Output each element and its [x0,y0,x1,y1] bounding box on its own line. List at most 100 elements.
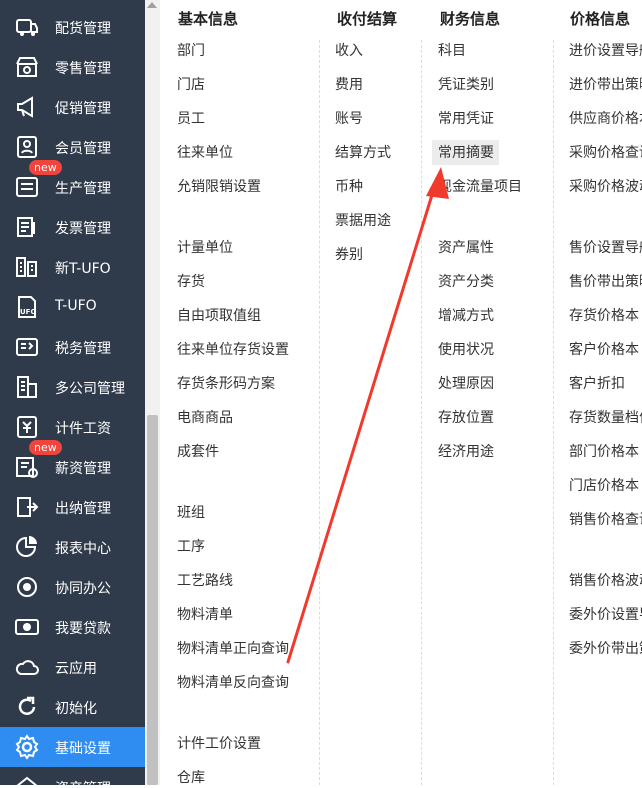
menu-item[interactable]: 存放位置 [438,408,494,428]
menu-item[interactable]: 自由项取值组 [177,306,261,326]
menu-item[interactable]: 进价带出策略 [569,75,642,95]
menu-item[interactable]: 销售价格查询 [569,510,642,530]
scroll-up-arrow-icon[interactable] [147,2,157,8]
sidebar-item-label: 零售管理 [55,61,111,77]
menu-item[interactable]: 资产分类 [438,272,494,292]
menu-item[interactable]: 凭证类别 [438,75,494,95]
menu-item[interactable]: 币种 [335,177,363,197]
sidebar-item-3[interactable]: 促销管理 [0,87,145,127]
menu-item[interactable]: 物料清单 [177,605,233,625]
menu-item[interactable]: 计件工价设置 [177,734,261,754]
refresh-icon [14,694,40,720]
menu-item[interactable]: 往来单位存货设置 [177,340,289,360]
asset-icon [14,774,40,785]
menu-item[interactable]: 委外价设置导航 [569,605,642,625]
sidebar-item-label: 资产管理 [55,778,111,785]
sidebar-item-label: 配货管理 [55,21,111,37]
sidebar-item-13[interactable]: 出纳管理 [0,487,145,527]
menu-item[interactable]: 售价带出策略 [569,272,642,292]
menu-item[interactable]: 供应商价格本 [569,109,642,129]
menu-item[interactable]: 处理原因 [438,374,494,394]
cashier-icon [14,494,40,520]
sidebar-item-label: 新T-UFO [55,261,111,277]
menu-item[interactable]: 现金流量项目 [438,177,522,197]
menu-item[interactable]: 门店 [177,75,205,95]
sidebar-item-1[interactable]: 配货管理 [0,7,145,47]
collaboration-icon [14,574,40,600]
menu-item[interactable]: 费用 [335,75,363,95]
sidebar-item-12[interactable]: new 薪资管理 [0,440,145,487]
menu-item[interactable]: 委外价带出策略 [569,639,642,659]
menu-item[interactable]: 账号 [335,109,363,129]
menu-item[interactable]: 存货价格本 [569,306,639,326]
sidebar-item-label: 促销管理 [55,101,111,117]
menu-item[interactable]: 销售价格波动 [569,571,642,591]
sidebar-item-label: 我要贷款 [55,621,111,637]
menu-item[interactable]: 增减方式 [438,306,494,326]
salary-icon [14,454,40,480]
menu-item[interactable]: 物料清单反向查询 [177,673,289,693]
menu-item[interactable]: 电商商品 [177,408,233,428]
menu-item[interactable]: 往来单位 [177,143,233,163]
menu-item[interactable]: 部门价格本 [569,442,639,462]
menu-item[interactable]: 结算方式 [335,143,391,163]
menu-item[interactable]: 成套件 [177,442,219,462]
sidebar-item-2[interactable]: 零售管理 [0,47,145,87]
member-card-icon [14,134,40,160]
sidebar-item-7[interactable]: 新T-UFO [0,247,145,287]
sidebar-item-9[interactable]: 税务管理 [0,327,145,367]
sidebar-item-4[interactable]: 会员管理 [0,127,145,167]
sidebar-item-18[interactable]: 初始化 [0,687,145,727]
building-chart-icon [14,254,40,280]
menu-item[interactable]: 仓库 [177,768,205,788]
menu-item[interactable]: 采购价格查询 [569,143,642,163]
column-divider [553,40,554,785]
sidebar-item-19[interactable]: 基础设置 [0,727,145,767]
menu-item[interactable]: 存货条形码方案 [177,374,275,394]
menu-item[interactable]: 票据用途 [335,211,391,231]
menu-item[interactable]: 员工 [177,109,205,129]
menu-item[interactable]: 科目 [438,41,466,61]
menu-item[interactable]: 券别 [335,245,363,265]
sidebar-item-label: 生产管理 [55,181,111,197]
sidebar-item-label: 发票管理 [55,221,111,237]
menu-item[interactable]: 存货数量档位 [569,408,642,428]
menu-item[interactable]: 物料清单正向查询 [177,639,289,659]
menu-item[interactable]: 存货 [177,272,205,292]
menu-item[interactable]: 工序 [177,537,205,557]
scrollbar-thumb[interactable] [147,415,158,785]
sidebar-item-label: 计件工资 [55,421,111,437]
sidebar-item-6[interactable]: 发票管理 [0,207,145,247]
menu-item[interactable]: 常用凭证 [438,109,494,129]
menu-item[interactable]: 经济用途 [438,442,494,462]
ufo-doc-icon: UFO [14,294,40,320]
menu-item[interactable]: 门店价格本 [569,476,639,496]
sidebar-item-17[interactable]: 云应用 [0,647,145,687]
menu-item[interactable]: 班组 [177,503,205,523]
menu-item[interactable]: 客户价格本 [569,340,639,360]
menu-item[interactable]: 客户折扣 [569,374,625,394]
sidebar-item-15[interactable]: 协同办公 [0,567,145,607]
menu-item[interactable]: 采购价格波动 [569,177,642,197]
sidebar-item-20[interactable]: 资产管理 [0,767,145,785]
menu-item[interactable]: 部门 [177,41,205,61]
sidebar-item-10[interactable]: 多公司管理 [0,367,145,407]
menu-item[interactable]: 使用状况 [438,340,494,360]
menu-item[interactable]: 工艺路线 [177,571,233,591]
loan-icon [14,614,40,640]
sidebar-item-5[interactable]: new 生产管理 [0,160,145,207]
sidebar-item-14[interactable]: 报表中心 [0,527,145,567]
menu-item[interactable]: 资产属性 [438,238,494,258]
column-divider [421,40,422,785]
menu-item[interactable]: 计量单位 [177,238,233,258]
menu-item[interactable]: 常用摘要 [438,143,494,163]
sidebar-item-11[interactable]: 计件工资 [0,407,145,447]
menu-item[interactable]: 收入 [335,41,363,61]
menu-item[interactable]: 允销限销设置 [177,177,261,197]
menu-item[interactable]: 售价设置导航 [569,238,642,258]
sidebar-nav: 配货管理零售管理促销管理会员管理 new 生产管理发票管理新T-UFO UFO T-UF… [0,0,145,785]
sidebar-item-8[interactable]: UFO T-UFO [0,287,145,327]
megaphone-icon [14,94,40,120]
sidebar-item-16[interactable]: 我要贷款 [0,607,145,647]
menu-item[interactable]: 进价设置导航 [569,41,642,61]
